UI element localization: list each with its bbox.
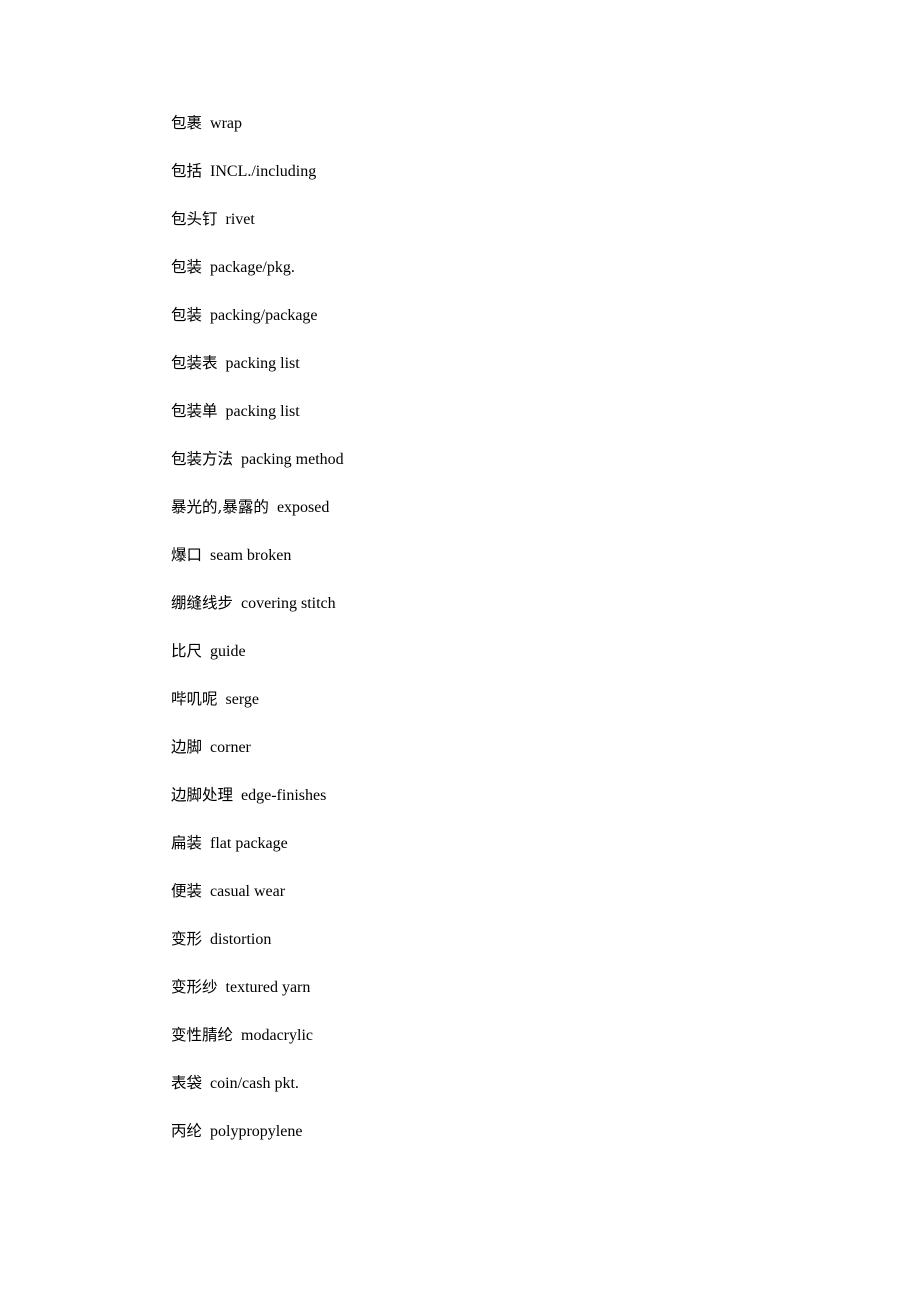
glossary-entry: 包装方法 packing method bbox=[171, 448, 860, 496]
glossary-separator bbox=[202, 643, 210, 660]
glossary-separator bbox=[218, 403, 226, 420]
glossary-entry: 扁装 flat package bbox=[171, 832, 860, 880]
glossary-term: 包装 bbox=[171, 306, 203, 324]
glossary-separator bbox=[218, 211, 226, 228]
glossary-gloss: modacrylic bbox=[241, 1027, 313, 1044]
glossary-gloss: guide bbox=[210, 643, 246, 660]
glossary-term: 包装 bbox=[171, 258, 203, 276]
glossary-separator bbox=[202, 835, 210, 852]
glossary-term: 暴光的,暴露的 bbox=[171, 498, 269, 516]
glossary-term: 表袋 bbox=[171, 1074, 203, 1092]
glossary-gloss: serge bbox=[225, 691, 259, 708]
glossary-gloss: flat package bbox=[210, 835, 288, 852]
glossary-entry: 暴光的,暴露的 exposed bbox=[171, 496, 860, 544]
glossary-entry: 包装 packing/package bbox=[171, 304, 860, 352]
glossary-term: 变形纱 bbox=[171, 978, 218, 996]
glossary-entry: 哔叽呢 serge bbox=[171, 688, 860, 736]
glossary-entry: 表袋 coin/cash pkt. bbox=[171, 1072, 860, 1120]
glossary-gloss: packing list bbox=[225, 355, 300, 372]
glossary-entry: 变性腈纶 modacrylic bbox=[171, 1024, 860, 1072]
glossary-term: 比尺 bbox=[171, 642, 203, 660]
glossary-separator bbox=[233, 451, 241, 468]
glossary-term: 边脚处理 bbox=[171, 786, 234, 804]
glossary-separator bbox=[202, 115, 210, 132]
glossary-entry: 便装 casual wear bbox=[171, 880, 860, 928]
glossary-term: 变性腈纶 bbox=[171, 1026, 234, 1044]
glossary-separator bbox=[202, 931, 210, 948]
glossary-gloss: exposed bbox=[276, 499, 330, 516]
glossary-term: 绷缝线步 bbox=[171, 594, 234, 612]
glossary-entry: 包装表 packing list bbox=[171, 352, 860, 400]
glossary-term: 哔叽呢 bbox=[171, 690, 218, 708]
glossary-gloss: rivet bbox=[225, 211, 255, 228]
glossary-entry: 变形 distortion bbox=[171, 928, 860, 976]
glossary-separator bbox=[233, 787, 241, 804]
glossary-term: 爆口 bbox=[171, 546, 203, 564]
glossary-term: 包裹 bbox=[171, 114, 203, 132]
glossary-term: 包头钉 bbox=[171, 210, 218, 228]
glossary-term: 丙纶 bbox=[171, 1122, 203, 1140]
glossary-separator bbox=[233, 1027, 241, 1044]
glossary-separator bbox=[218, 355, 226, 372]
glossary-term: 包装方法 bbox=[171, 450, 234, 468]
glossary-entry: 爆口 seam broken bbox=[171, 544, 860, 592]
glossary-entry: 包裹 wrap bbox=[171, 112, 860, 160]
glossary-term: 包装表 bbox=[171, 354, 218, 372]
glossary-separator bbox=[202, 883, 210, 900]
glossary-gloss: package/pkg. bbox=[210, 259, 295, 276]
glossary-gloss: corner bbox=[210, 739, 251, 756]
glossary-gloss: packing/package bbox=[210, 307, 318, 324]
glossary-gloss: textured yarn bbox=[225, 979, 311, 996]
glossary-separator bbox=[202, 1123, 210, 1140]
glossary-entry: 边脚 corner bbox=[171, 736, 860, 784]
glossary-entry: 包括 INCL./including bbox=[171, 160, 860, 208]
glossary-entry: 变形纱 textured yarn bbox=[171, 976, 860, 1024]
glossary-entry: 边脚处理 edge-finishes bbox=[171, 784, 860, 832]
glossary-gloss: distortion bbox=[210, 931, 272, 948]
glossary-entry: 比尺 guide bbox=[171, 640, 860, 688]
glossary-separator bbox=[202, 307, 210, 324]
glossary-gloss: packing list bbox=[225, 403, 300, 420]
glossary-gloss: covering stitch bbox=[241, 595, 336, 612]
glossary-separator bbox=[218, 691, 226, 708]
glossary-entry-list: 包裹 wrap 包括 INCL./including 包头钉 rivet 包装 pac… bbox=[171, 112, 860, 1168]
glossary-separator bbox=[269, 499, 277, 516]
glossary-entry: 包装 package/pkg. bbox=[171, 256, 860, 304]
glossary-separator bbox=[218, 979, 226, 996]
glossary-term: 包装单 bbox=[171, 402, 218, 420]
glossary-separator bbox=[202, 1075, 210, 1092]
glossary-gloss: INCL./including bbox=[210, 163, 317, 180]
glossary-entry: 包头钉 rivet bbox=[171, 208, 860, 256]
glossary-entry: 绷缝线步 covering stitch bbox=[171, 592, 860, 640]
glossary-separator bbox=[202, 259, 210, 276]
glossary-gloss: seam broken bbox=[210, 547, 292, 564]
glossary-separator bbox=[202, 739, 210, 756]
glossary-gloss: casual wear bbox=[210, 883, 286, 900]
glossary-separator bbox=[202, 163, 210, 180]
document-page: 包裹 wrap 包括 INCL./including 包头钉 rivet 包装 pac… bbox=[0, 0, 920, 1302]
glossary-separator bbox=[233, 595, 241, 612]
glossary-entry: 包装单 packing list bbox=[171, 400, 860, 448]
glossary-gloss: edge-finishes bbox=[241, 787, 327, 804]
glossary-separator bbox=[202, 547, 210, 564]
glossary-entry: 丙纶 polypropylene bbox=[171, 1120, 860, 1168]
glossary-term: 包括 bbox=[171, 162, 203, 180]
glossary-term: 扁装 bbox=[171, 834, 203, 852]
glossary-term: 边脚 bbox=[171, 738, 203, 756]
glossary-gloss: wrap bbox=[210, 115, 242, 132]
glossary-gloss: packing method bbox=[241, 451, 344, 468]
glossary-gloss: polypropylene bbox=[210, 1123, 303, 1140]
glossary-term: 变形 bbox=[171, 930, 203, 948]
glossary-gloss: coin/cash pkt. bbox=[210, 1075, 299, 1092]
glossary-term: 便装 bbox=[171, 882, 203, 900]
